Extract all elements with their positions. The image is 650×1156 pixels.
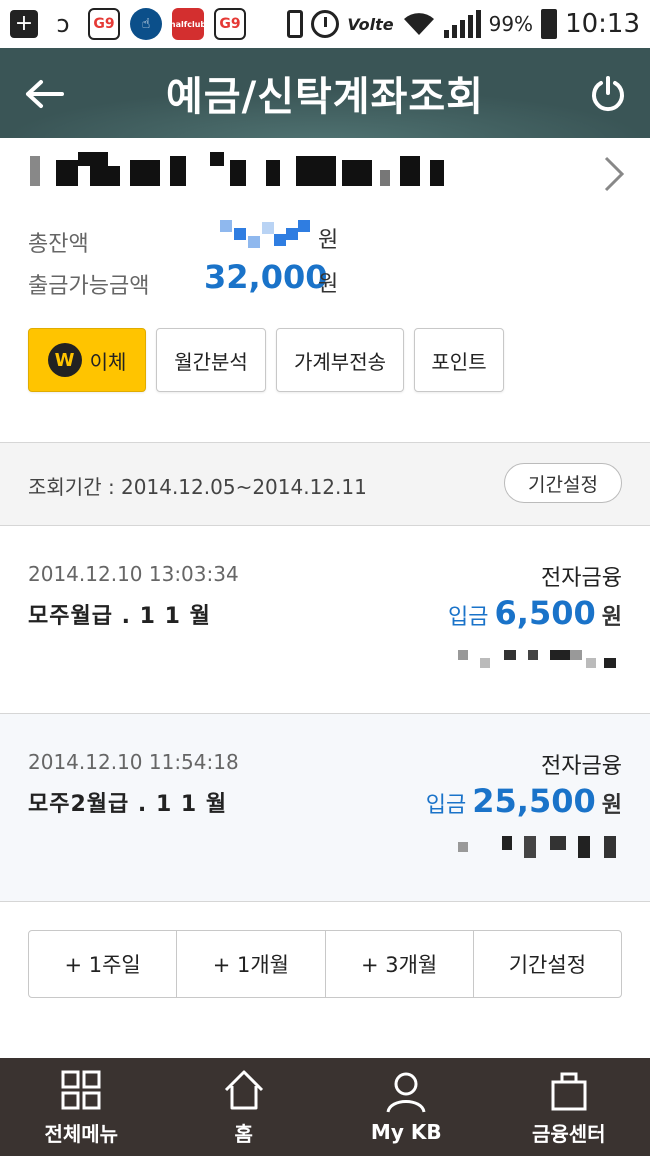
nav-finance-center[interactable]: 금융센터 — [488, 1058, 650, 1156]
period-custom-button[interactable]: 기간설정 — [474, 931, 621, 997]
home-icon — [224, 1070, 263, 1109]
app-header: 예금/신탁계좌조회 — [0, 48, 650, 138]
hand-app-icon: ☝ — [130, 8, 162, 40]
period-1-month-button[interactable]: + 1개월 — [177, 931, 326, 997]
transaction-row[interactable]: 2014.12.10 11:54:18 전자금융 모주2월급 . 1 1 월 입… — [0, 714, 650, 902]
balance-after-masked — [458, 648, 618, 672]
available-balance-label: 출금가능금액 — [28, 274, 150, 299]
plus-app-icon: + — [10, 10, 38, 38]
transaction-type: 전자금융 — [541, 754, 622, 779]
transaction-amount: 입금 6,500 원 — [448, 594, 622, 632]
status-bar: + ↄ G9 ☝ halfclub G9 Volte 99% 10:13 — [0, 0, 650, 48]
g9-app-icon: G9 — [88, 8, 120, 40]
account-actions: W 이체 월간분석 가계부전송 포인트 — [28, 328, 504, 392]
available-currency: 원 — [318, 272, 339, 297]
transaction-kind: 입금 — [448, 605, 489, 630]
transaction-type: 전자금융 — [541, 566, 622, 591]
chevron-right-icon[interactable] — [602, 154, 626, 194]
transaction-description: 모주2월급 . 1 1 월 — [28, 792, 228, 817]
inquiry-period-text: 조회기간 : 2014.12.05~2014.12.11 — [28, 475, 367, 499]
transaction-currency: 원 — [601, 605, 622, 630]
transaction-row[interactable]: 2014.12.10 13:03:34 전자금융 모주월급 . 1 1 월 입금… — [0, 526, 650, 714]
person-icon — [386, 1072, 426, 1113]
total-balance-masked — [220, 218, 310, 252]
transaction-value: 6,500 — [494, 594, 596, 632]
balance-after-masked — [458, 836, 618, 860]
period-3-month-button[interactable]: + 3개월 — [326, 931, 474, 997]
grid-icon — [61, 1070, 101, 1109]
bag-icon — [551, 1072, 587, 1110]
g9-app-icon-2: G9 — [214, 8, 246, 40]
nav-label: 금융센터 — [531, 1121, 606, 1146]
ledger-send-button[interactable]: 가계부전송 — [276, 328, 404, 392]
system-status: Volte 99% 10:13 — [287, 9, 640, 39]
power-icon[interactable] — [588, 74, 628, 114]
account-number-masked[interactable] — [30, 146, 450, 190]
transaction-currency: 원 — [601, 793, 622, 818]
monthly-analysis-button[interactable]: 월간분석 — [156, 328, 266, 392]
quick-period-group: + 1주일 + 1개월 + 3개월 기간설정 — [28, 930, 622, 998]
nav-my-kb[interactable]: My KB — [325, 1058, 488, 1156]
bottom-navigation: 전체메뉴 홈 My KB 금융센터 — [0, 1058, 650, 1156]
nav-label: 홈 — [234, 1121, 253, 1146]
vibrate-icon — [287, 10, 304, 38]
transfer-label: 이체 — [89, 349, 127, 374]
transaction-amount: 입금 25,500 원 — [426, 782, 622, 820]
transaction-kind: 입금 — [425, 793, 467, 818]
nav-home[interactable]: 홈 — [163, 1058, 326, 1156]
wifi-icon — [403, 13, 434, 35]
nav-label: 전체메뉴 — [44, 1121, 119, 1146]
transaction-value: 25,500 — [472, 782, 596, 820]
nav-label: My KB — [370, 1120, 442, 1144]
transaction-description: 모주월급 . 1 1 월 — [28, 604, 211, 629]
period-1-week-button[interactable]: + 1주일 — [29, 931, 178, 997]
total-currency: 원 — [318, 228, 339, 253]
total-balance-label: 총잔액 — [28, 232, 89, 257]
notification-icons: + ↄ G9 ☝ halfclub G9 — [10, 8, 246, 40]
page-title: 예금/신탁계좌조회 — [165, 74, 484, 120]
clock-time: 10:13 — [565, 9, 640, 39]
nav-all-menu[interactable]: 전체메뉴 — [0, 1058, 163, 1156]
available-balance-amount: 32,000 — [204, 258, 328, 296]
alarm-icon — [311, 10, 340, 38]
volte-label: Volte — [347, 14, 394, 34]
transfer-button[interactable]: W 이체 — [28, 328, 146, 392]
signal-icon — [443, 10, 481, 38]
period-setting-button[interactable]: 기간설정 — [504, 463, 622, 503]
transaction-datetime: 2014.12.10 11:54:18 — [28, 750, 239, 774]
halfclub-app-icon: halfclub — [170, 8, 206, 40]
battery-percent: 99% — [488, 12, 534, 36]
inquiry-period-bar: 조회기간 : 2014.12.05~2014.12.11 기간설정 — [0, 442, 650, 526]
battery-icon — [541, 9, 558, 39]
account-summary: 총잔액 원 출금가능금액 32,000 원 W 이체 월간분석 가계부전송 포인… — [0, 138, 650, 442]
transaction-datetime: 2014.12.10 13:03:34 — [28, 562, 239, 586]
won-icon: W — [47, 343, 82, 377]
point-button[interactable]: 포인트 — [414, 328, 504, 392]
bird-app-icon: ↄ — [56, 10, 70, 38]
